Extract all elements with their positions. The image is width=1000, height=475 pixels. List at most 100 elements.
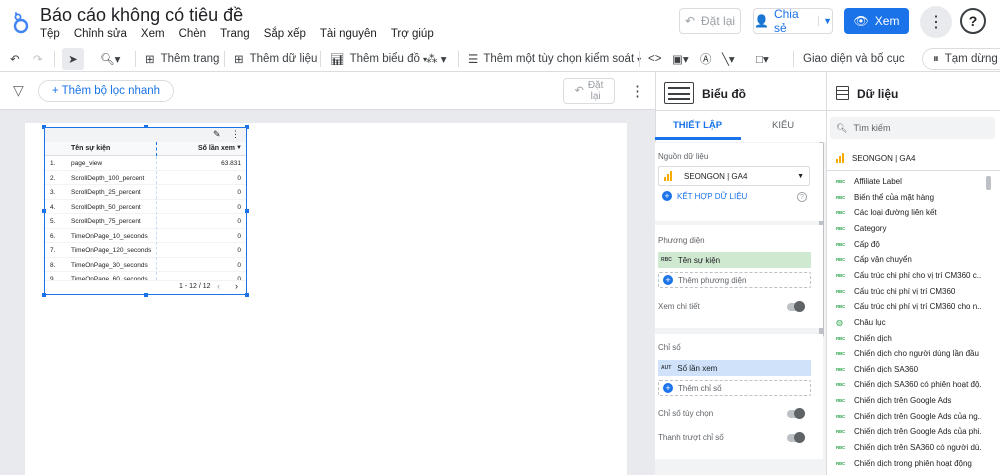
field-item[interactable]: RBC Chiến dịch — [836, 331, 981, 346]
metric-chip[interactable]: AUT Số lần xem — [658, 360, 811, 376]
metric-slider-toggle[interactable] — [787, 432, 805, 443]
field-label: Chiến dịch trên Google Ads của phi... — [854, 427, 981, 437]
text-field-icon: RBC — [836, 445, 846, 451]
text-field-icon: RBC — [836, 366, 846, 372]
undo-icon[interactable]: ↶ — [10, 46, 20, 72]
table-row[interactable]: 4. ScrollDepth_50_percent 0 — [45, 200, 246, 214]
add-control-button[interactable]: ☰ Thêm một tùy chọn kiểm soát ▾ — [468, 46, 641, 72]
table-row[interactable]: 5. ScrollDepth_75_percent 0 — [45, 214, 246, 229]
field-item[interactable]: RBC Cấu trúc chi phí cho vị trí CM360 c..… — [836, 268, 981, 283]
menu-view[interactable]: Xem — [141, 28, 165, 40]
help-icon[interactable]: ? — [960, 8, 986, 34]
edit-pencil-icon[interactable]: ✎ — [213, 129, 221, 140]
pause-button[interactable]: ⏸ Tạm dừng — [922, 48, 1000, 70]
theme-layout-button[interactable]: Giao diện và bố cục — [803, 46, 905, 72]
optional-metrics-toggle[interactable] — [787, 408, 805, 419]
add-data-button[interactable]: ⊞ Thêm dữ liệu — [234, 46, 317, 72]
chart-header-bar: ✎ ⋮ — [45, 128, 246, 142]
more-options-icon[interactable]: ⋮ — [231, 129, 240, 140]
field-item[interactable]: RBC Chiến dịch trên Google Ads — [836, 393, 981, 408]
sort-desc-icon[interactable]: ▼ — [236, 145, 242, 151]
share-dropdown-icon[interactable]: ▼ — [818, 16, 832, 26]
code-icon[interactable]: <> — [648, 46, 661, 72]
ga4-icon — [836, 153, 844, 163]
menu-file[interactable]: Tệp — [40, 28, 60, 40]
field-item[interactable]: RBC Chiến dịch trên SA360 có người dù... — [836, 440, 981, 455]
field-item[interactable]: RBC Các loại đường liên kết — [836, 205, 981, 220]
text-field-icon: RBC — [836, 429, 846, 435]
tab-setup[interactable]: THIẾT LẬP — [673, 120, 722, 131]
field-item[interactable]: RBC Cấu trúc chi phí vị trí CM360 cho n..… — [836, 299, 981, 314]
column-header[interactable]: Số lần xem — [198, 145, 235, 152]
menu-resources[interactable]: Tài nguyên — [320, 28, 377, 40]
field-item[interactable]: RBC Chiến dịch SA360 có phiên hoạt độ... — [836, 377, 981, 392]
field-item[interactable]: RBC Cấu trúc chi phí vị trí CM360 — [836, 284, 981, 299]
table-row[interactable]: 3. ScrollDepth_25_percent 0 — [45, 185, 246, 200]
menu-edit[interactable]: Chỉnh sửa — [74, 28, 127, 40]
text-field-icon: RBC — [836, 257, 846, 263]
shape-icon[interactable]: □▾ — [756, 46, 769, 72]
previous-page-icon[interactable]: ‹ — [217, 281, 220, 291]
report-title[interactable]: Báo cáo không có tiêu đề — [40, 5, 243, 26]
column-header[interactable]: Tên sự kiện — [71, 145, 110, 152]
data-source-label: Nguồn dữ liệu — [658, 152, 709, 161]
view-button[interactable]: 👁 Xem — [844, 8, 909, 34]
line-icon[interactable]: ╲▾ — [722, 46, 735, 72]
field-search-input[interactable]: 🔍︎ Tìm kiếm — [830, 117, 995, 139]
add-dimension-button[interactable]: + Thêm phương diện — [658, 272, 811, 288]
field-item[interactable]: RBC Chiến dịch cho người dùng lần đầu — [836, 346, 981, 361]
field-item[interactable]: RBC Category — [836, 221, 981, 236]
select-cursor-icon[interactable]: ➤ — [62, 48, 84, 70]
blend-data-button[interactable]: + KẾT HỢP DỮ LIỆU — [662, 191, 747, 201]
add-quick-filter-button[interactable]: + Thêm bộ lọc nhanh — [38, 80, 174, 102]
table-row[interactable]: 1. page_view 63.831 — [45, 156, 246, 171]
menu-page[interactable]: Trang — [220, 28, 250, 40]
field-list-scrollbar[interactable] — [986, 176, 991, 190]
add-metric-button[interactable]: + Thêm chỉ số — [658, 380, 811, 396]
data-source-select[interactable]: SEONGON | GA4 ▼ — [658, 166, 810, 186]
image-icon[interactable]: ▣▾ — [672, 46, 689, 72]
field-item[interactable]: RBC Affiliate Label — [836, 174, 981, 189]
table-chart-icon[interactable] — [664, 82, 694, 104]
text-field-icon: RBC — [836, 210, 846, 216]
field-item[interactable]: RBC Chiến dịch trên Google Ads của phi... — [836, 424, 981, 439]
reset-filters-button[interactable]: ↶ Đặt lại — [563, 78, 615, 104]
field-item[interactable]: RBC Chiến dịch SA360 — [836, 362, 981, 377]
field-item[interactable]: RBC Cấp độ — [836, 237, 981, 252]
add-control-icon[interactable]: ⁂ ▾ — [426, 46, 446, 72]
next-page-icon[interactable]: › — [235, 281, 238, 291]
looker-studio-logo[interactable] — [12, 12, 30, 34]
share-button[interactable]: 👤 Chia sẻ ▼ — [753, 7, 833, 35]
add-person-icon: 👤 — [754, 14, 769, 28]
table-row[interactable]: 7. TimeOnPage_120_seconds 0 — [45, 243, 246, 258]
table-row[interactable]: 6. TimeOnPage_10_seconds 0 — [45, 229, 246, 243]
add-page-button[interactable]: ⊞ Thêm trang — [145, 46, 219, 72]
field-item[interactable]: RBC Chiến dịch trên Google Ads của ng... — [836, 409, 981, 424]
data-source-name[interactable]: SEONGON | GA4 — [836, 153, 915, 163]
dimension-chip[interactable]: RBC Tên sự kiện — [658, 252, 811, 268]
reset-button[interactable]: ↶ Đặt lại — [679, 8, 741, 34]
field-item[interactable]: ◍ Châu lục — [836, 315, 981, 330]
drill-down-toggle[interactable] — [787, 301, 805, 312]
more-options-icon[interactable]: ⋮ — [630, 82, 645, 100]
add-chart-button[interactable]: 📊︎ Thêm biểu đồ ▾ — [330, 46, 427, 72]
undo-icon: ↶ — [574, 84, 584, 97]
data-table-icon — [836, 86, 849, 100]
field-item[interactable]: RBC Cấp vận chuyển — [836, 252, 981, 267]
filter-icon[interactable]: ▽ — [13, 82, 24, 99]
text-icon[interactable]: Ⓐ — [700, 46, 712, 72]
help-icon[interactable]: ? — [797, 192, 807, 202]
field-item[interactable]: RBC Biến thể của mặt hàng — [836, 190, 981, 205]
text-field-icon: RBC — [836, 413, 846, 419]
redo-icon[interactable]: ↷ — [33, 46, 43, 72]
more-options-icon[interactable]: ⋮ — [920, 6, 952, 38]
field-item[interactable]: RBC Chiến dịch trong phiên hoạt động — [836, 456, 981, 471]
table-row[interactable]: 8. TimeOnPage_30_seconds 0 — [45, 258, 246, 272]
menu-arrange[interactable]: Sắp xếp — [264, 28, 306, 40]
chevron-down-icon: ▼ — [797, 172, 804, 180]
table-row[interactable]: 2. ScrollDepth_100_percent 0 — [45, 171, 246, 185]
zoom-icon[interactable]: 🔍︎▾ — [100, 46, 120, 72]
tab-style[interactable]: KIỂU — [772, 120, 794, 131]
menu-help[interactable]: Trợ giúp — [391, 28, 434, 40]
menu-insert[interactable]: Chèn — [179, 28, 207, 40]
